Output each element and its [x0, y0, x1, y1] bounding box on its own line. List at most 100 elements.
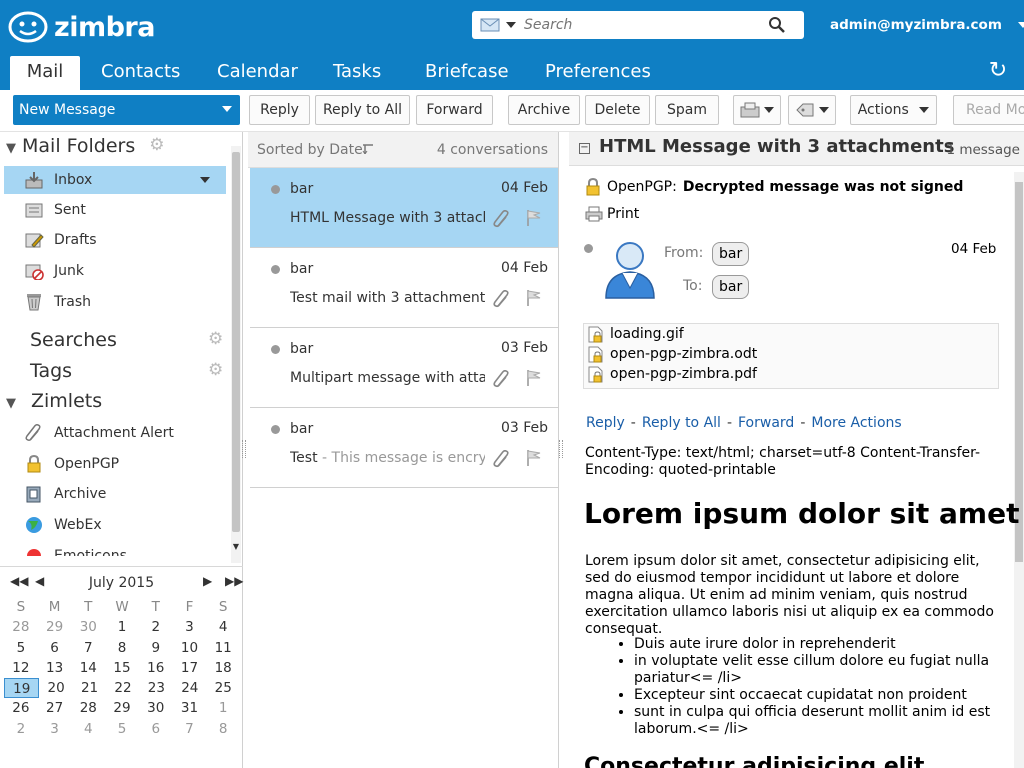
flag-icon[interactable] — [526, 449, 542, 467]
tab-tasks[interactable]: Tasks — [323, 56, 391, 90]
flag-icon[interactable] — [526, 289, 542, 307]
sort-direction-icon[interactable] — [362, 144, 374, 154]
unread-dot-icon[interactable] — [271, 265, 280, 274]
new-message-button[interactable]: New Message — [13, 95, 240, 125]
searches-header[interactable]: Searches ⚙ — [8, 326, 226, 354]
calendar-day[interactable]: 29 — [105, 698, 139, 718]
tag-button[interactable] — [788, 95, 836, 125]
calendar-day[interactable]: 25 — [207, 678, 240, 698]
calendar-day[interactable]: 2 — [139, 617, 173, 637]
folder-trash[interactable]: Trash — [0, 288, 226, 316]
read-more-button[interactable]: Read Mo — [953, 95, 1024, 125]
gear-icon[interactable]: ⚙ — [149, 137, 165, 154]
zimlet-emoticons[interactable]: Emoticons — [0, 542, 226, 556]
calendar-day[interactable]: 24 — [173, 678, 206, 698]
calendar-day[interactable]: 17 — [173, 658, 207, 678]
actions-button[interactable]: Actions — [850, 95, 937, 125]
zimlet-webex[interactable]: WebEx — [0, 511, 226, 539]
calendar-day[interactable]: 6 — [139, 719, 173, 739]
gear-icon[interactable]: ⚙ — [208, 331, 224, 348]
forward-link[interactable]: Forward — [738, 415, 794, 431]
calendar-day[interactable]: 3 — [38, 719, 72, 739]
unread-dot-icon[interactable] — [271, 345, 280, 354]
zimlet-attachment-alert[interactable]: Attachment Alert — [0, 419, 226, 447]
next-month-button[interactable]: ▶ — [203, 574, 212, 588]
calendar-day[interactable]: 20 — [39, 678, 72, 698]
tab-contacts[interactable]: Contacts — [91, 56, 190, 90]
calendar-day[interactable]: 30 — [139, 698, 173, 718]
calendar-day[interactable]: 4 — [206, 617, 240, 637]
calendar-day[interactable]: 29 — [38, 617, 72, 637]
reading-scrollbar[interactable] — [1014, 172, 1024, 768]
chevron-down-icon[interactable] — [200, 177, 210, 183]
calendar-day[interactable]: 28 — [4, 617, 38, 637]
zimlets-header[interactable]: ▼ Zimlets — [0, 387, 102, 415]
calendar-day[interactable]: 4 — [71, 719, 105, 739]
sort-label[interactable]: Sorted by Date — [257, 132, 363, 168]
calendar-day[interactable]: 27 — [38, 698, 72, 718]
folder-drafts[interactable]: Drafts — [0, 226, 226, 254]
sort-header[interactable]: Sorted by Date 4 conversations — [248, 132, 558, 168]
more-actions-link[interactable]: More Actions — [811, 415, 901, 431]
calendar-day[interactable]: 15 — [105, 658, 139, 678]
to-address[interactable]: bar — [712, 275, 750, 299]
calendar-day[interactable]: 10 — [173, 638, 207, 658]
calendar-day[interactable]: 5 — [105, 719, 139, 739]
attachment-item[interactable]: loading.gif — [584, 324, 998, 344]
collapse-icon[interactable]: − — [579, 143, 590, 154]
calendar-day[interactable]: 31 — [173, 698, 207, 718]
collapse-triangle-icon[interactable]: ▼ — [0, 390, 22, 418]
calendar-day[interactable]: 23 — [140, 678, 173, 698]
calendar-day[interactable]: 6 — [38, 638, 72, 658]
reply-button[interactable]: Reply — [249, 95, 310, 125]
tags-header[interactable]: Tags ⚙ — [8, 357, 226, 385]
calendar-day[interactable]: 12 — [4, 658, 38, 678]
tab-mail[interactable]: Mail — [10, 56, 80, 90]
mail-folders-header[interactable]: ▼ Mail Folders ⚙ — [0, 132, 165, 163]
scroll-down-arrow[interactable]: ▼ — [231, 542, 241, 552]
calendar-day-today[interactable]: 19 — [4, 678, 40, 699]
calendar-day[interactable]: 16 — [139, 658, 173, 678]
move-button[interactable] — [733, 95, 781, 125]
calendar-day[interactable]: 28 — [71, 698, 105, 718]
conversation-row[interactable]: bar 04 Feb HTML Message with 3 attachmen… — [250, 168, 558, 248]
conversation-row[interactable]: bar 03 Feb Multipart message with attach… — [250, 328, 558, 408]
reply-all-button[interactable]: Reply to All — [315, 95, 410, 125]
folder-sent[interactable]: Sent — [0, 196, 226, 224]
calendar-day[interactable]: 2 — [4, 719, 38, 739]
attachment-item[interactable]: open-pgp-zimbra.odt — [584, 344, 998, 364]
tab-preferences[interactable]: Preferences — [535, 56, 661, 90]
calendar-day[interactable]: 13 — [38, 658, 72, 678]
folder-inbox[interactable]: Inbox — [4, 166, 226, 194]
search-input[interactable] — [524, 12, 764, 38]
zimlet-openpgp[interactable]: OpenPGP — [0, 450, 226, 478]
forward-button[interactable]: Forward — [416, 95, 493, 125]
attachment-item[interactable]: open-pgp-zimbra.pdf — [584, 364, 998, 384]
calendar-day[interactable]: 9 — [139, 638, 173, 658]
from-address[interactable]: bar — [712, 242, 750, 266]
calendar-day[interactable]: 21 — [73, 678, 106, 698]
pane-splitter[interactable] — [242, 440, 246, 458]
folder-junk[interactable]: Junk — [0, 257, 226, 285]
spam-button[interactable]: Spam — [655, 95, 719, 125]
calendar-day[interactable]: 1 — [105, 617, 139, 637]
unread-dot-icon[interactable] — [271, 185, 280, 194]
reply-all-link[interactable]: Reply to All — [642, 415, 721, 431]
search-bar[interactable] — [472, 11, 804, 39]
calendar-day[interactable]: 7 — [71, 638, 105, 658]
delete-button[interactable]: Delete — [585, 95, 650, 125]
gear-icon[interactable]: ⚙ — [208, 362, 224, 379]
left-scrollbar[interactable] — [231, 146, 241, 563]
collapse-triangle-icon[interactable]: ▼ — [0, 135, 22, 163]
flag-icon[interactable] — [526, 369, 542, 387]
unread-dot-icon[interactable] — [271, 425, 280, 434]
refresh-icon[interactable]: ↻ — [986, 58, 1010, 84]
unread-dot-icon[interactable] — [584, 244, 593, 253]
conversation-row[interactable]: bar 03 Feb Test - This message is encryp… — [250, 408, 558, 488]
calendar-day[interactable]: 7 — [173, 719, 207, 739]
print-link[interactable]: Print — [585, 206, 639, 222]
user-menu[interactable]: admin@myzimbra.com — [830, 17, 1024, 33]
calendar-day[interactable]: 11 — [206, 638, 240, 658]
search-type-select[interactable] — [472, 11, 524, 39]
zimbra-logo[interactable]: zimbra — [8, 10, 155, 44]
